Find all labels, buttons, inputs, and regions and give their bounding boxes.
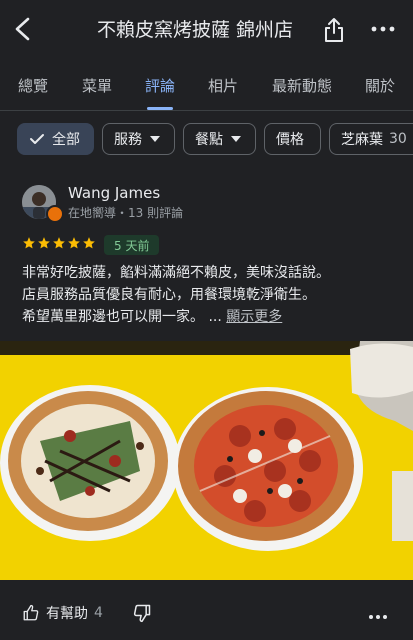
filter-chip-meal-label: 餐點 — [195, 132, 223, 148]
top-bar: 不賴皮窯烤披薩 錦州店 — [0, 0, 413, 58]
tab-menu[interactable]: 菜單 — [82, 75, 112, 96]
tab-reviews[interactable]: 評論 — [145, 75, 175, 96]
review-text-line: 非常好吃披薩，餡料滿滿絕不賴皮，美味沒話說。 — [22, 265, 330, 281]
helpful-label: 有幫助 — [46, 606, 88, 622]
active-tab-indicator — [147, 107, 173, 110]
filter-chip-topic-label: 芝麻葉 — [341, 132, 383, 148]
back-button[interactable] — [10, 14, 38, 44]
filter-chip-service-label: 服務 — [114, 132, 142, 148]
not-helpful-button[interactable] — [132, 603, 152, 623]
review-author-name[interactable]: Wang James — [68, 184, 160, 202]
review-photo[interactable] — [0, 341, 413, 580]
more-horizontal-icon — [369, 615, 387, 619]
filter-chip-price[interactable]: 價格 — [264, 123, 321, 155]
thumbs-up-icon — [23, 604, 39, 621]
review-date-badge: 5 天前 — [104, 235, 160, 255]
star-icon — [23, 237, 35, 249]
filter-chip-all[interactable]: 全部 — [17, 123, 94, 155]
filter-chip-all-label: 全部 — [52, 132, 80, 148]
review-text-line-last: 希望萬里那邊也可以開一家。 ... 顯示更多 — [22, 306, 402, 328]
share-icon — [325, 18, 343, 42]
tab-overview[interactable]: 總覽 — [18, 75, 48, 96]
review-author-meta: 在地嚮導・13 則評論 — [68, 206, 184, 220]
more-horizontal-icon — [371, 26, 395, 32]
tab-bar: 總覽 菜單 評論 相片 最新動態 關於 — [0, 60, 413, 111]
filter-chip-topic[interactable]: 芝麻葉 30 — [329, 123, 413, 155]
dropdown-caret-icon — [150, 136, 160, 142]
star-rating — [22, 236, 96, 254]
share-button[interactable] — [322, 16, 346, 44]
show-more-link[interactable]: 顯示更多 — [226, 309, 282, 325]
review-text-line: 店員服務品質優良有耐心，用餐環境乾淨衛生。 — [22, 287, 316, 303]
filter-chip-price-label: 價格 — [276, 132, 304, 148]
tab-about[interactable]: 關於 — [365, 75, 395, 96]
helpful-button[interactable]: 有幫助 4 — [22, 603, 103, 623]
thumbs-down-icon — [133, 604, 151, 623]
page-title: 不賴皮窯烤披薩 錦州店 — [96, 19, 294, 41]
pizza-photo — [0, 341, 413, 580]
tab-updates[interactable]: 最新動態 — [272, 75, 332, 96]
checkmark-icon — [30, 134, 44, 144]
star-icon — [38, 237, 50, 249]
star-icon — [83, 237, 95, 249]
review-text-line: 希望萬里那邊也可以開一家。 ... — [22, 309, 222, 325]
filter-chip-topic-count: 30 — [389, 131, 407, 147]
tab-photos[interactable]: 相片 — [208, 75, 238, 96]
local-guide-badge — [46, 205, 64, 223]
filter-chip-meal[interactable]: 餐點 — [183, 123, 256, 155]
dropdown-caret-icon — [231, 136, 241, 142]
star-icon — [68, 237, 80, 249]
more-options-button[interactable] — [370, 18, 396, 40]
star-icon — [53, 237, 65, 249]
helpful-count: 4 — [94, 605, 103, 621]
review-text: 非常好吃披薩，餡料滿滿絕不賴皮，美味沒話說。 店員服務品質優良有耐心，用餐環境乾… — [22, 262, 402, 328]
filter-chip-service[interactable]: 服務 — [102, 123, 175, 155]
review-more-button[interactable] — [368, 608, 388, 620]
chevron-left-icon — [15, 17, 30, 41]
